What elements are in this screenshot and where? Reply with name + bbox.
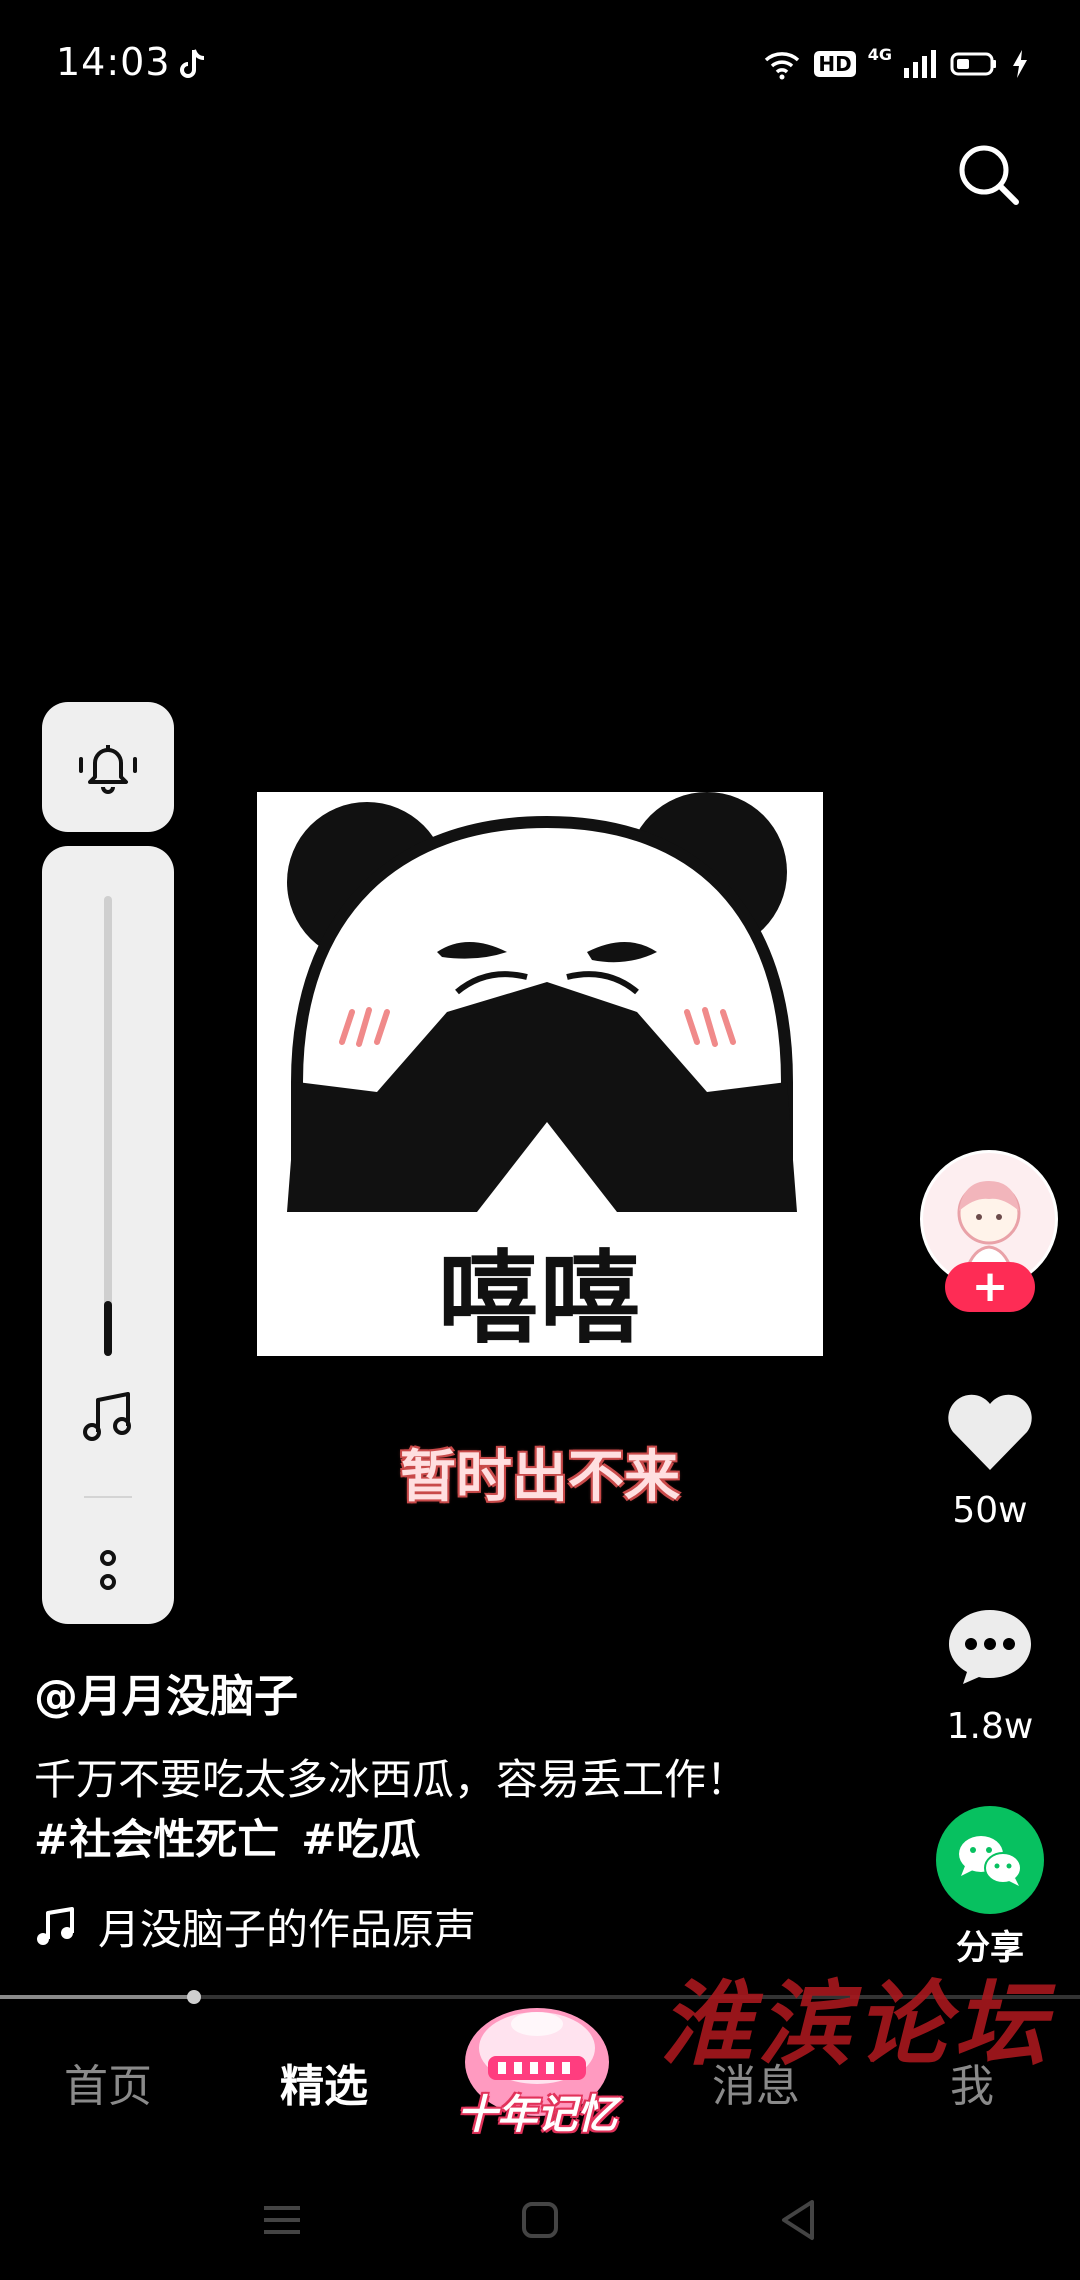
network-label: 4G [867,44,892,64]
like-count: 50w [952,1490,1028,1531]
bell-icon [79,745,137,794]
home-icon[interactable] [510,2190,570,2250]
wifi-icon [765,52,800,80]
author-username[interactable]: @月月没脑子 [34,1660,298,1724]
signal-icon [904,50,936,78]
tiktok-icon [180,49,205,78]
comment-icon[interactable] [945,1604,1035,1688]
nav-me[interactable]: 我 [892,2050,1052,2114]
follow-button[interactable]: + [945,1262,1035,1312]
nav-messages[interactable]: 消息 [676,2050,836,2114]
nav-home[interactable]: 首页 [28,2050,188,2114]
post-description: 千万不要吃太多冰西瓜，容易丢工作！ [34,1755,749,1804]
video-progress-fill [0,1995,194,1999]
hashtag-list: #社会性死亡 #吃瓜 [34,1806,442,1867]
music-note-icon [37,1906,74,1945]
back-icon[interactable] [770,2190,830,2250]
hd-badge: HD [814,51,856,77]
nav-center-badge[interactable]: 十年记忆 [452,2000,622,2140]
volume-level [104,1301,112,1356]
panda-meme-illustration [287,792,797,1212]
status-time: 14:03 [56,40,171,84]
battery-icon [950,52,996,76]
meme-caption: 嘻嘻 [438,1240,642,1357]
nav-center-label: 十年记忆 [457,2092,617,2138]
music-info[interactable]: 月没脑子的作品原声 [34,1896,476,1957]
volume-slider[interactable] [104,896,112,1356]
status-icons: HD 4G [762,44,1030,84]
share-wechat-button[interactable] [936,1806,1044,1914]
more-vertical-icon[interactable] [94,1546,122,1596]
video-content-image: 嘻嘻 [257,792,823,1357]
music-title: 月没脑子的作品原声 [98,1905,477,1954]
heart-icon[interactable] [945,1390,1035,1474]
comment-count: 1.8w [946,1706,1034,1747]
charging-icon [1013,50,1027,78]
wechat-icon [959,1836,1022,1886]
nav-featured[interactable]: 精选 [244,2050,404,2114]
video-progress-knob[interactable] [187,1990,201,2004]
recent-apps-icon[interactable] [252,2190,312,2250]
hashtag-link[interactable]: #社会性死亡 [34,1815,279,1864]
search-icon[interactable] [954,140,1024,210]
ringer-mode-button[interactable] [42,702,174,832]
hashtag-link[interactable]: #吃瓜 [301,1815,420,1864]
